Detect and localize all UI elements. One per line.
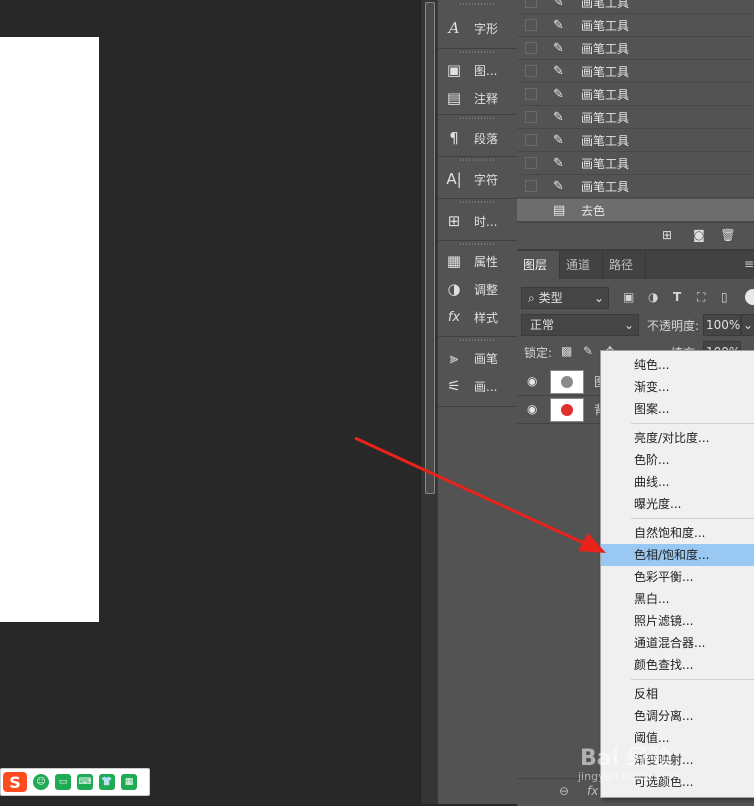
- watermark-url: jingyan.baidu.com: [578, 770, 680, 783]
- keyboard-icon[interactable]: ⌨: [77, 774, 93, 790]
- emoji-icon[interactable]: ☺: [33, 774, 49, 790]
- ime-toolbar: S ☺ ▭ ⌨ 👕 ▦: [0, 768, 150, 796]
- apps-icon[interactable]: ▦: [121, 774, 137, 790]
- arrow-line: [354, 436, 589, 547]
- sogou-logo-icon[interactable]: S: [3, 772, 27, 792]
- annotation-arrow: [354, 436, 606, 553]
- watermark: Bai 经验: [580, 746, 671, 771]
- chat-icon[interactable]: ▭: [55, 774, 71, 790]
- skin-icon[interactable]: 👕: [99, 774, 115, 790]
